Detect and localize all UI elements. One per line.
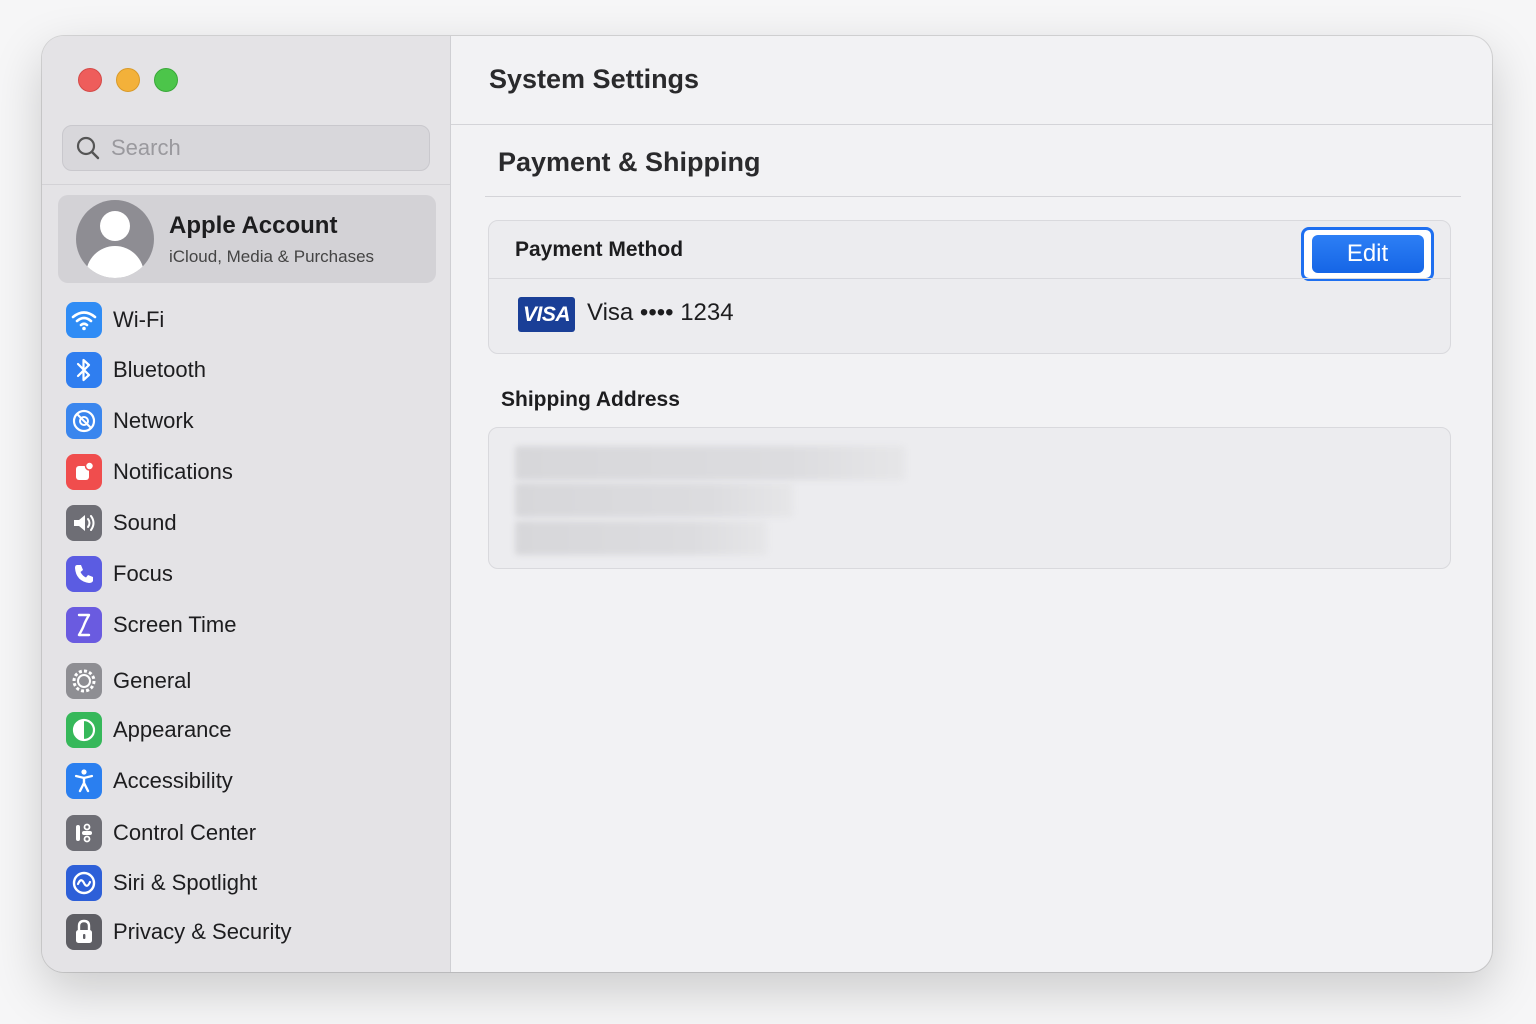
sidebar-item-control-center[interactable]: Control Center [66, 813, 426, 853]
focus-icon [66, 556, 102, 592]
sound-icon [66, 505, 102, 541]
sidebar-item-label: Screen Time [113, 612, 237, 637]
sidebar-item-label: Appearance [113, 717, 232, 742]
titlebar: System Settings [451, 36, 1492, 125]
sidebar-item-label: Notifications [113, 459, 233, 484]
control-center-icon [66, 815, 102, 851]
sidebar-item-label: Focus [113, 561, 173, 586]
search-input[interactable] [109, 134, 413, 162]
sidebar-item-label: Privacy & Security [113, 919, 292, 944]
zoom-button[interactable] [154, 68, 178, 92]
sidebar-item-label: General [113, 668, 192, 693]
sidebar-item-accessibility[interactable]: Accessibility [66, 761, 426, 801]
siri-icon [66, 865, 102, 901]
sidebar-item-general[interactable]: General [66, 661, 426, 701]
page-title: Payment & Shipping [498, 147, 761, 177]
sidebar-item-label: Network [113, 408, 194, 433]
window-title: System Settings [489, 64, 700, 94]
sidebar-item-focus[interactable]: Focus [66, 554, 426, 594]
sidebar-item-label: Siri & Spotlight [113, 870, 258, 895]
visa-logo-icon: VISA [518, 297, 575, 332]
sidebar-divider [42, 184, 450, 185]
shipping-address-label: Shipping Address [501, 388, 680, 411]
wifi-icon [66, 302, 102, 338]
edit-button-focus-ring: Edit [1301, 227, 1434, 281]
sidebar-item-label: Accessibility [113, 768, 233, 793]
sidebar-item-screen-time[interactable]: Screen Time [66, 605, 426, 645]
main-content: System Settings Payment & Shipping Payme… [451, 36, 1492, 972]
account-name: Apple Account [169, 212, 338, 239]
redacted-address-line [515, 483, 793, 517]
sidebar-item-privacy-security[interactable]: Privacy & Security [66, 912, 426, 952]
screen-time-icon [66, 607, 102, 643]
close-button[interactable] [78, 68, 102, 92]
account-subtitle: iCloud, Media & Purchases [169, 247, 375, 266]
sidebar-item-siri-spotlight[interactable]: Siri & Spotlight [66, 863, 426, 903]
notifications-icon [66, 454, 102, 490]
general-icon [66, 663, 102, 699]
settings-window: Apple Account iCloud, Media & Purchases … [42, 36, 1492, 972]
search-icon [76, 136, 100, 160]
avatar [76, 200, 154, 278]
shipping-address-card[interactable] [488, 427, 1451, 569]
sidebar-item-bluetooth[interactable]: Bluetooth [66, 350, 426, 390]
sidebar-item-notifications[interactable]: Notifications [66, 452, 426, 492]
payment-method-label: Payment Method [515, 238, 684, 261]
sidebar-item-label: Wi-Fi [113, 307, 165, 332]
apple-account-item[interactable]: Apple Account iCloud, Media & Purchases [58, 195, 436, 283]
window-controls [78, 68, 178, 92]
minimize-button[interactable] [116, 68, 140, 92]
sidebar-item-wifi[interactable]: Wi-Fi [66, 300, 426, 340]
card-divider [489, 278, 1450, 279]
sidebar-item-label: Bluetooth [113, 357, 206, 382]
sidebar-item-label: Control Center [113, 820, 257, 845]
redacted-address-line [515, 446, 905, 480]
sidebar-item-network[interactable]: Network [66, 401, 426, 441]
sidebar-item-label: Sound [113, 510, 177, 535]
network-icon [66, 403, 102, 439]
appearance-icon [66, 712, 102, 748]
payment-method-card: Payment Method Edit VISA Visa •••• 1234 [488, 220, 1451, 354]
search-field[interactable] [62, 125, 430, 171]
sidebar-item-appearance[interactable]: Appearance [66, 710, 426, 750]
sidebar-item-sound[interactable]: Sound [66, 503, 426, 543]
redacted-address-line [515, 521, 767, 555]
lock-icon [66, 914, 102, 950]
edit-button[interactable]: Edit [1311, 235, 1424, 273]
accessibility-icon [66, 763, 102, 799]
bluetooth-icon [66, 352, 102, 388]
sidebar: Apple Account iCloud, Media & Purchases … [42, 36, 451, 972]
card-number: Visa •••• 1234 [587, 299, 734, 326]
page-divider [485, 196, 1461, 197]
